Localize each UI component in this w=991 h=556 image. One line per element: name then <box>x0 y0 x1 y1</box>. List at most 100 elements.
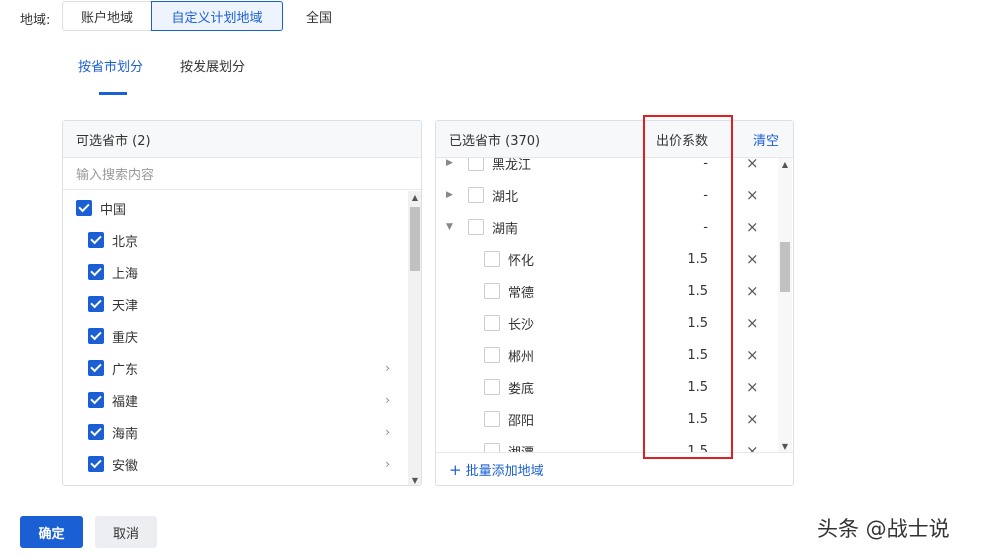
chevron-right-icon[interactable]: › <box>385 361 390 375</box>
caret-right-icon[interactable]: ▶ <box>446 158 453 168</box>
table-row[interactable]: 邵阳 1.5 × <box>436 403 780 435</box>
row-name: 郴州 <box>508 349 535 365</box>
remove-icon[interactable]: × <box>746 282 759 300</box>
scroll-down-icon[interactable]: ▼ <box>778 440 792 452</box>
checkbox[interactable] <box>88 456 104 472</box>
region-option-custom[interactable]: 自定义计划地域 <box>151 1 283 31</box>
row-name: 长沙 <box>508 317 535 333</box>
selected-regions-title: 已选省市 (370) <box>449 133 541 149</box>
left-list-scrollbar[interactable]: ▲ ▼ <box>408 191 421 485</box>
available-regions-panel: 可选省市 (2) 输入搜索内容 中国 北京 上海 天津 重庆 广东 › 福建 ›… <box>62 120 422 486</box>
checkbox[interactable] <box>468 187 484 203</box>
bid-coefficient-value[interactable]: - <box>676 220 708 235</box>
remove-icon[interactable]: × <box>746 218 759 236</box>
list-item-label: 安徽 <box>112 458 139 474</box>
row-name: 怀化 <box>508 253 535 269</box>
region-option-national[interactable]: 全国 <box>300 1 338 31</box>
bid-coefficient-value[interactable]: - <box>676 188 708 203</box>
tab-by-province[interactable]: 按省市划分 <box>78 56 143 75</box>
table-row[interactable]: ▼ 湖南 - × <box>436 211 780 243</box>
list-item[interactable]: 海南 › <box>88 416 398 448</box>
table-row[interactable]: 郴州 1.5 × <box>436 339 780 371</box>
table-row[interactable]: 怀化 1.5 × <box>436 243 780 275</box>
list-item[interactable]: 上海 <box>88 256 398 288</box>
scroll-up-icon[interactable]: ▲ <box>408 191 421 203</box>
row-name: 湖南 <box>492 221 519 237</box>
checkbox[interactable] <box>88 392 104 408</box>
caret-down-icon[interactable]: ▼ <box>446 222 453 232</box>
list-item[interactable]: 天津 <box>88 288 398 320</box>
checkbox[interactable] <box>484 411 500 427</box>
selected-regions-panel: 已选省市 (370) 出价系数 清空 ▶ 黑龙江 - × ▶ 湖北 - × ▼ … <box>435 120 794 486</box>
checkbox[interactable] <box>88 232 104 248</box>
table-row[interactable]: 长沙 1.5 × <box>436 307 780 339</box>
scrollbar-thumb[interactable] <box>780 242 790 292</box>
bid-coefficient-value[interactable]: 1.5 <box>676 348 708 363</box>
list-item[interactable]: 广东 › <box>88 352 398 384</box>
bid-coefficient-value[interactable]: 1.5 <box>676 444 708 453</box>
confirm-button[interactable]: 确定 <box>20 516 83 548</box>
scroll-up-icon[interactable]: ▲ <box>778 158 792 170</box>
cancel-button[interactable]: 取消 <box>95 516 157 548</box>
scrollbar-thumb[interactable] <box>410 207 420 271</box>
list-item-label: 中国 <box>100 202 127 218</box>
table-row[interactable]: ▶ 湖北 - × <box>436 179 780 211</box>
batch-add-regions-button[interactable]: + 批量添加地域 <box>436 452 793 485</box>
checkbox[interactable] <box>88 424 104 440</box>
checkbox[interactable] <box>468 158 484 171</box>
checkbox[interactable] <box>88 328 104 344</box>
table-row[interactable]: 常德 1.5 × <box>436 275 780 307</box>
checkbox[interactable] <box>484 347 500 363</box>
bid-coefficient-value[interactable]: 1.5 <box>676 252 708 267</box>
bid-coefficient-value[interactable]: 1.5 <box>676 380 708 395</box>
remove-icon[interactable]: × <box>746 346 759 364</box>
list-item[interactable]: 安徽 › <box>88 448 398 480</box>
checkbox[interactable] <box>76 200 92 216</box>
list-item[interactable]: 中国 <box>76 192 126 224</box>
checkbox[interactable] <box>88 264 104 280</box>
tab-by-development[interactable]: 按发展划分 <box>180 56 245 75</box>
list-item[interactable]: 重庆 <box>88 320 398 352</box>
checkbox[interactable] <box>484 283 500 299</box>
table-row[interactable]: 湘潭 1.5 × <box>436 435 780 452</box>
bid-coefficient-value[interactable]: 1.5 <box>676 316 708 331</box>
batch-add-label: 批量添加地域 <box>465 464 544 479</box>
selected-regions-list: ▶ 黑龙江 - × ▶ 湖北 - × ▼ 湖南 - × 怀化 1.5 × 常德 … <box>436 158 780 452</box>
list-item[interactable]: 北京 <box>88 224 398 256</box>
region-option-account[interactable]: 账户地域 <box>62 1 152 31</box>
remove-icon[interactable]: × <box>746 442 759 452</box>
checkbox[interactable] <box>88 360 104 376</box>
list-item-label: 海南 <box>112 426 139 442</box>
checkbox[interactable] <box>484 443 500 452</box>
remove-icon[interactable]: × <box>746 410 759 428</box>
available-regions-list: 中国 北京 上海 天津 重庆 广东 › 福建 › 海南 › 安徽 › <box>63 191 409 485</box>
scroll-down-icon[interactable]: ▼ <box>408 474 421 485</box>
checkbox[interactable] <box>484 251 500 267</box>
row-name: 常德 <box>508 285 535 301</box>
remove-icon[interactable]: × <box>746 158 759 172</box>
remove-icon[interactable]: × <box>746 250 759 268</box>
table-row[interactable]: 娄底 1.5 × <box>436 371 780 403</box>
caret-right-icon[interactable]: ▶ <box>446 190 453 200</box>
remove-icon[interactable]: × <box>746 186 759 204</box>
clear-button[interactable]: 清空 <box>753 121 779 158</box>
bid-coefficient-value[interactable]: 1.5 <box>676 284 708 299</box>
row-name: 黑龙江 <box>492 158 532 173</box>
table-row[interactable]: ▶ 黑龙江 - × <box>436 158 780 179</box>
right-list-scrollbar[interactable]: ▲ ▼ <box>778 158 792 452</box>
chevron-right-icon[interactable]: › <box>385 425 390 439</box>
remove-icon[interactable]: × <box>746 314 759 332</box>
bid-coefficient-header: 出价系数 <box>656 134 709 149</box>
checkbox[interactable] <box>484 315 500 331</box>
list-item[interactable]: 福建 › <box>88 384 398 416</box>
checkbox[interactable] <box>88 296 104 312</box>
list-item-label: 福建 <box>112 394 139 410</box>
chevron-right-icon[interactable]: › <box>385 393 390 407</box>
bid-coefficient-value[interactable]: 1.5 <box>676 412 708 427</box>
checkbox[interactable] <box>468 219 484 235</box>
checkbox[interactable] <box>484 379 500 395</box>
bid-coefficient-value[interactable]: - <box>676 158 708 171</box>
region-search-input[interactable]: 输入搜索内容 <box>63 158 421 190</box>
chevron-right-icon[interactable]: › <box>385 457 390 471</box>
remove-icon[interactable]: × <box>746 378 759 396</box>
